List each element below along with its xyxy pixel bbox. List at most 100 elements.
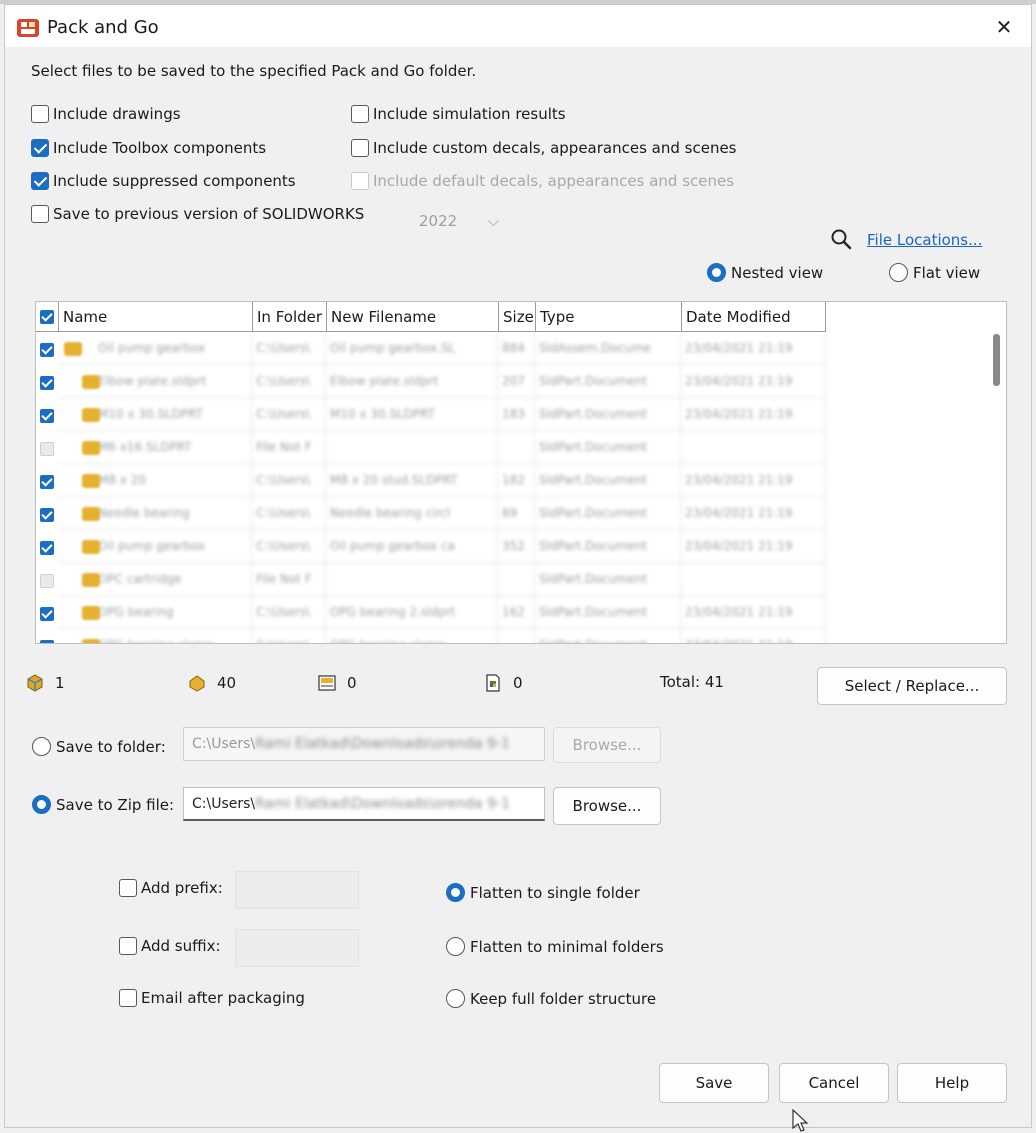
row-checkbox[interactable] xyxy=(40,409,54,423)
save-button[interactable]: Save xyxy=(659,1063,769,1103)
browse-zip-button[interactable]: Browse... xyxy=(553,787,661,825)
table-row[interactable]: OPC cartridge File Not F SldPart.Document xyxy=(36,563,826,596)
checkbox-box xyxy=(31,205,49,223)
part-icon xyxy=(82,573,100,587)
cell-type: SldPart.Document xyxy=(535,563,681,596)
table-row[interactable]: Oil pump gearbox C:\Users\ Oil pump gearbo… xyxy=(36,332,826,365)
table-row[interactable]: Elbow plate.sldprt C:\Users\ Elbow plate.s… xyxy=(36,365,826,398)
include-simulation-checkbox[interactable]: Include simulation results xyxy=(351,105,566,123)
file-locations-link[interactable]: File Locations... xyxy=(867,231,982,249)
other-file-count: 0 xyxy=(483,673,523,693)
close-icon[interactable]: ✕ xyxy=(989,13,1019,41)
part-icon xyxy=(82,606,100,620)
save-previous-version-checkbox[interactable]: Save to previous version of SOLIDWORKS xyxy=(31,205,364,223)
cell-type: SldPart.Document xyxy=(535,398,681,431)
cell-name: Oil pump gearbox xyxy=(58,332,252,365)
flat-view-radio[interactable]: Flat view xyxy=(889,263,980,282)
cell-size: 182 xyxy=(498,464,535,497)
row-checkbox[interactable] xyxy=(40,607,54,621)
checkbox-box xyxy=(31,172,49,190)
cell-date: 23/04/2021 21:19 xyxy=(681,464,826,497)
table-row[interactable]: Needle bearing C:\Users\ Needle bearing ci… xyxy=(36,497,826,530)
cell-size: 69 xyxy=(498,497,535,530)
column-header-type[interactable]: Type xyxy=(535,302,681,332)
cell-type: SldPart.Document xyxy=(535,497,681,530)
column-header-new-filename[interactable]: New Filename xyxy=(326,302,498,332)
column-header-size[interactable]: Size xyxy=(498,302,535,332)
table-row[interactable]: M8 x 20 C:\Users\ M8 x 20 stud.SLDPRT 182 Sl… xyxy=(36,464,826,497)
cell-type: SldPart.Document xyxy=(535,629,681,643)
save-to-zip-radio[interactable]: Save to Zip file: xyxy=(32,795,174,814)
cell-newname xyxy=(326,563,498,596)
cell-folder: C:\Users\ xyxy=(252,596,326,629)
pack-and-go-dialog: Pack and Go ✕ Select files to be saved t… xyxy=(4,4,1032,1132)
row-checkbox[interactable] xyxy=(40,541,54,555)
prefix-input xyxy=(235,871,359,909)
instruction-text: Select files to be saved to the specifie… xyxy=(31,62,477,80)
browse-folder-button: Browse... xyxy=(553,727,661,763)
checkbox-box xyxy=(119,879,137,897)
column-header-name[interactable]: Name xyxy=(58,302,252,332)
select-all-checkbox[interactable] xyxy=(40,310,54,324)
cell-folder: C:\Users\ xyxy=(252,332,326,365)
include-custom-decals-checkbox[interactable]: Include custom decals, appearances and s… xyxy=(351,139,737,157)
include-drawings-checkbox[interactable]: Include drawings xyxy=(31,105,181,123)
table-row[interactable]: M6 x16.SLDPRT File Not F SldPart.Document xyxy=(36,431,826,464)
assembly-count: 1 xyxy=(25,673,65,693)
cell-date: 23/04/2021 21:19 xyxy=(681,332,826,365)
include-default-decals-checkbox: Include default decals, appearances and … xyxy=(351,172,734,190)
row-checkbox[interactable] xyxy=(40,343,54,357)
cell-newname: OPG bearing clamp xyxy=(326,629,498,643)
cancel-button[interactable]: Cancel xyxy=(779,1063,889,1103)
table-row[interactable]: OPG bearing clampC:\Users\OPG bearing cl… xyxy=(36,629,826,643)
column-header-date-modified[interactable]: Date Modified xyxy=(681,302,826,332)
table-row[interactable]: Oil pump gearbox C:\Users\ Oil pump gearbo… xyxy=(36,530,826,563)
row-checkbox[interactable] xyxy=(40,442,54,456)
nested-view-radio[interactable]: Nested view xyxy=(707,263,823,282)
cell-size: 207 xyxy=(498,365,535,398)
cell-size: 162 xyxy=(498,596,535,629)
include-suppressed-checkbox[interactable]: Include suppressed components xyxy=(31,172,296,190)
add-prefix-checkbox[interactable]: Add prefix: xyxy=(119,879,223,897)
cell-size: 884 xyxy=(498,332,535,365)
table-row[interactable]: OPG bearing C:\Users\ OPG bearing 2.sldprt… xyxy=(36,596,826,629)
include-toolbox-checkbox[interactable]: Include Toolbox components xyxy=(31,139,266,157)
file-table[interactable]: Name In Folder New Filename Size Type Da… xyxy=(35,301,1007,644)
email-after-packaging-checkbox[interactable]: Email after packaging xyxy=(119,989,305,1007)
scrollbar-thumb[interactable] xyxy=(993,334,1000,386)
radio-dot xyxy=(707,263,726,282)
column-header-in-folder[interactable]: In Folder xyxy=(252,302,326,332)
flatten-minimal-folders-radio[interactable]: Flatten to minimal folders xyxy=(446,937,664,956)
row-checkbox[interactable] xyxy=(40,508,54,522)
document-icon xyxy=(486,674,500,692)
add-suffix-checkbox[interactable]: Add suffix: xyxy=(119,937,221,955)
cell-size: 183 xyxy=(498,398,535,431)
chevron-down-icon: ⌵ xyxy=(487,212,499,230)
help-button[interactable]: Help xyxy=(897,1063,1007,1103)
checkbox-box xyxy=(351,139,369,157)
radio-dot xyxy=(446,937,465,956)
row-checkbox[interactable] xyxy=(40,475,54,489)
zip-file-path-input[interactable]: C:\Users\Rami Elatkad\Downloads\orenda 9… xyxy=(183,787,545,821)
checkbox-box xyxy=(351,105,369,123)
table-row[interactable]: M10 x 30.SLDPRT C:\Users\ M10 x 30.SLDPRT 1… xyxy=(36,398,826,431)
cell-type: SldPart.Document xyxy=(535,596,681,629)
select-replace-button[interactable]: Select / Replace... xyxy=(817,667,1007,705)
cell-date: 23/04/2021 21:19 xyxy=(681,365,826,398)
part-count: 40 xyxy=(187,673,236,693)
row-checkbox[interactable] xyxy=(40,574,54,588)
radio-dot xyxy=(446,883,465,902)
row-checkbox[interactable] xyxy=(40,376,54,390)
keep-folder-structure-radio[interactable]: Keep full folder structure xyxy=(446,989,656,1008)
cell-type: SldPart.Document xyxy=(535,365,681,398)
save-to-folder-radio[interactable]: Save to folder: xyxy=(32,737,166,756)
cell-type: SldPart.Document xyxy=(535,530,681,563)
radio-dot xyxy=(32,795,51,814)
flatten-single-folder-radio[interactable]: Flatten to single folder xyxy=(446,883,640,902)
search-icon[interactable] xyxy=(829,227,853,251)
row-checkbox[interactable] xyxy=(40,640,54,643)
cell-folder: File Not F xyxy=(252,431,326,464)
cell-newname: M10 x 30.SLDPRT xyxy=(326,398,498,431)
cell-newname: OPG bearing 2.sldprt xyxy=(326,596,498,629)
suffix-input xyxy=(235,929,359,967)
